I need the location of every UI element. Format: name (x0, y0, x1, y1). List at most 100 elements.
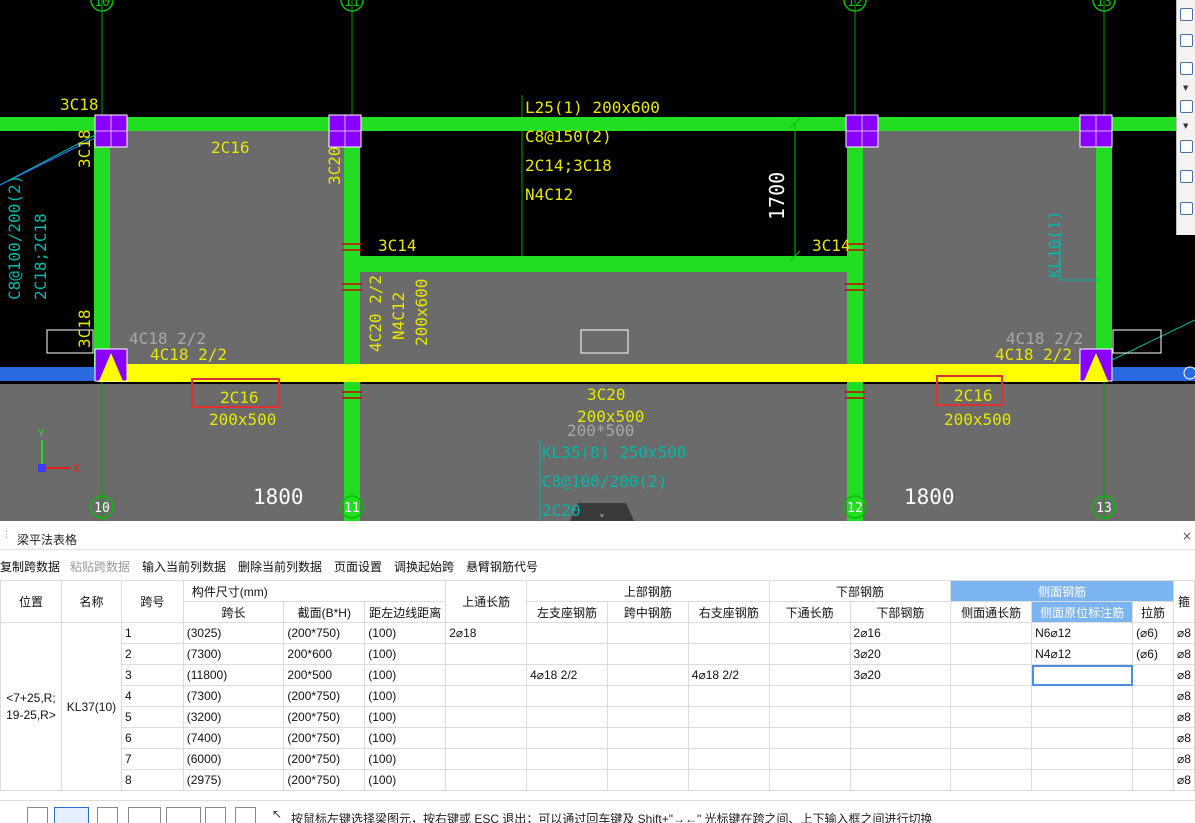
table-row[interactable]: 6 (7400) (200*750) (100) ⌀8 (1, 727, 1195, 749)
cell-section[interactable]: (200*750) (283, 706, 366, 728)
cell-bottom[interactable] (849, 769, 952, 791)
cell-section[interactable]: (200*750) (283, 727, 366, 749)
cell-bottom[interactable] (849, 685, 952, 707)
cell-left-support[interactable] (526, 727, 608, 749)
header-side-through[interactable]: 侧面通长筋 (950, 601, 1033, 623)
cell-side-through[interactable] (950, 643, 1033, 665)
table-row[interactable]: 3 (11800) 200*500 (100) 4⌀18 2/2 4⌀18 2/2 3⌀20… (1, 664, 1195, 686)
cell-left-support[interactable]: 4⌀18 2/2 (526, 664, 608, 686)
cell-tie[interactable]: (⌀6) (1132, 622, 1174, 644)
cell-mid[interactable] (606, 685, 689, 707)
cell-right-support[interactable] (687, 622, 770, 644)
cell-span[interactable]: 2 (120, 643, 184, 665)
cell-extra[interactable]: ⌀8 (1172, 706, 1195, 728)
cell-length[interactable]: (7300) (182, 685, 285, 707)
cell-right-support[interactable] (687, 706, 770, 728)
toolbar-grid-icon[interactable] (1180, 202, 1193, 215)
cell-top-through[interactable] (445, 727, 528, 749)
cell-bottom-through[interactable] (768, 664, 851, 686)
header-bottom-rebar[interactable]: 下部钢筋 (768, 580, 952, 602)
cell-right-support[interactable] (687, 727, 770, 749)
cell-edge[interactable]: (100) (364, 664, 447, 686)
cell-extra[interactable]: ⌀8 (1172, 664, 1195, 686)
cell-section[interactable]: (200*750) (283, 748, 366, 770)
print-icon[interactable] (205, 807, 226, 823)
cell-top-through[interactable] (445, 643, 528, 665)
rotate-icon[interactable] (235, 807, 256, 823)
cell-edge[interactable]: (100) (364, 643, 447, 665)
cell-side-orig[interactable] (1031, 685, 1134, 707)
cell-extra[interactable]: ⌀8 (1172, 685, 1195, 707)
header-section[interactable]: 截面(B*H) (283, 601, 366, 623)
pointer-icon[interactable] (27, 807, 48, 823)
cell-left-support[interactable] (526, 685, 608, 707)
cell-edge[interactable]: (100) (364, 622, 447, 644)
close-icon[interactable]: × (1182, 529, 1192, 543)
cell-length[interactable]: (3200) (182, 706, 285, 728)
cell-bottom[interactable]: 2⌀16 (849, 622, 952, 644)
cell-top-through[interactable] (445, 664, 528, 686)
header-span[interactable]: 跨号 (120, 580, 184, 623)
header-tie[interactable]: 拉筋 (1132, 601, 1174, 623)
cell-right-support[interactable] (687, 748, 770, 770)
cell-span[interactable]: 3 (120, 664, 184, 686)
toolbar-refresh-icon[interactable] (1180, 8, 1193, 21)
cell-side-through[interactable] (950, 664, 1033, 686)
cell-extra[interactable]: ⌀8 (1172, 727, 1195, 749)
cell-top-through[interactable] (445, 748, 528, 770)
cell-left-support[interactable] (526, 706, 608, 728)
cell-extra[interactable]: ⌀8 (1172, 622, 1195, 644)
cell-top-through[interactable] (445, 706, 528, 728)
cell-tie[interactable] (1132, 748, 1174, 770)
cell-mid[interactable] (606, 664, 689, 686)
cell-length[interactable]: (7400) (182, 727, 285, 749)
header-mid-span[interactable]: 跨中钢筋 (606, 601, 689, 623)
cell-edge[interactable]: (100) (364, 685, 447, 707)
toolbar-rotate-icon[interactable] (1180, 170, 1193, 183)
cell-right-support[interactable] (687, 643, 770, 665)
table-row[interactable]: 5 (3200) (200*750) (100) ⌀8 (1, 706, 1195, 728)
cell-side-orig[interactable]: N6⌀12 (1031, 622, 1134, 644)
cell-side-through[interactable] (950, 706, 1033, 728)
swap-start-span-button[interactable]: 调换起始跨 (394, 558, 454, 575)
cell-section[interactable]: (200*750) (283, 622, 366, 644)
header-name[interactable]: 名称 (60, 580, 122, 623)
cell-section[interactable]: (200*750) (283, 685, 366, 707)
cell-section[interactable]: 200*600 (283, 643, 366, 665)
cell-tie[interactable] (1132, 685, 1174, 707)
cell-tie[interactable] (1132, 769, 1174, 791)
cell-position[interactable]: <7+25,R; 19-25,R> (0, 622, 62, 791)
cell-length[interactable]: (11800) (182, 664, 285, 686)
cell-bottom-through[interactable] (768, 685, 851, 707)
cell-side-orig[interactable] (1031, 664, 1134, 686)
cell-edge[interactable]: (100) (364, 769, 447, 791)
cell-extra[interactable]: ⌀8 (1172, 748, 1195, 770)
header-right-support[interactable]: 右支座钢筋 (687, 601, 770, 623)
cell-span[interactable]: 7 (120, 748, 184, 770)
cell-left-support[interactable] (526, 622, 608, 644)
cell-span[interactable]: 4 (120, 685, 184, 707)
cell-side-through[interactable] (950, 769, 1033, 791)
cell-right-support[interactable]: 4⌀18 2/2 (687, 664, 770, 686)
cell-side-through[interactable] (950, 748, 1033, 770)
cell-bottom[interactable]: 3⌀20 (849, 664, 952, 686)
cell-side-orig[interactable] (1031, 706, 1134, 728)
cell-side-orig[interactable] (1031, 727, 1134, 749)
header-top-rebar[interactable]: 上部钢筋 (526, 580, 770, 602)
cell-top-through[interactable] (445, 685, 528, 707)
cell-side-through[interactable] (950, 622, 1033, 644)
table-row[interactable]: <7+25,R; 19-25,R> KL37(10) 1 (3025) (200*750… (0, 622, 1195, 791)
toolbar-layer-icon[interactable] (1180, 140, 1193, 153)
cell-bottom[interactable]: 3⌀20 (849, 643, 952, 665)
table-row[interactable]: 2 (7300) 200*600 (100) 3⌀20 N4⌀12 (⌀6) ⌀8 (1, 643, 1195, 665)
cell-tie[interactable]: (⌀6) (1132, 643, 1174, 665)
cross-select-icon[interactable] (97, 807, 118, 823)
header-bottom-bars[interactable]: 下部钢筋 (849, 601, 952, 623)
cell-bottom-through[interactable] (768, 727, 851, 749)
cell-mid[interactable] (606, 706, 689, 728)
header-extra[interactable]: 箍 (1172, 580, 1195, 623)
cell-length[interactable]: (7300) (182, 643, 285, 665)
cell-edge[interactable]: (100) (364, 748, 447, 770)
header-bottom-through[interactable]: 下通长筋 (768, 601, 851, 623)
cell-mid[interactable] (606, 622, 689, 644)
